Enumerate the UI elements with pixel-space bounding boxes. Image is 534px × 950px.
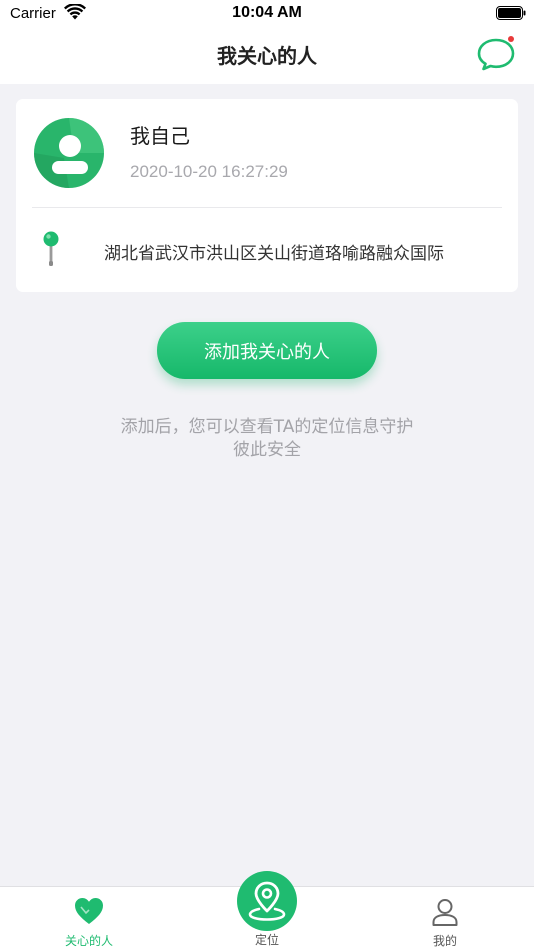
address-text: 湖北省武汉市洪山区关山街道珞喻路融众国际: [104, 244, 444, 264]
map-pin-icon: [43, 231, 59, 266]
person-timestamp: 2020-10-20 16:27:29: [130, 162, 288, 181]
status-bar: Carrier 10:04 AM: [0, 0, 534, 28]
tab-locate-label: 定位: [254, 933, 279, 947]
add-care-person-button[interactable]: 添加我关心的人: [157, 322, 377, 379]
tab-label: 关心的人: [64, 934, 113, 948]
hint-line-1: 添加后，您可以查看TA的定位信息守护: [120, 417, 414, 437]
tab-locate[interactable]: [237, 871, 297, 931]
person-card[interactable]: 我自己 2020-10-20 16:27:29 湖北省武汉市洪山区关山街道珞喻路…: [16, 99, 518, 292]
page-title: 我关心的人: [217, 44, 317, 68]
battery-icon: [496, 6, 526, 20]
tab-mine[interactable]: 我的: [385, 887, 505, 950]
status-time: 10:04 AM: [232, 4, 302, 21]
top-area: Carrier 10:04 AM 我关心的人: [0, 0, 534, 84]
avatar: [34, 118, 104, 188]
card-divider: [32, 207, 502, 208]
user-icon: [432, 899, 458, 926]
tab-label: 我的: [432, 934, 457, 948]
heart-icon: [75, 898, 103, 924]
tab-care-people[interactable]: 关心的人: [29, 887, 149, 950]
hint-line-2: 彼此安全: [233, 440, 301, 460]
person-name: 我自己: [130, 124, 190, 148]
notification-badge: [508, 36, 514, 42]
location-pin-icon: [248, 881, 286, 921]
